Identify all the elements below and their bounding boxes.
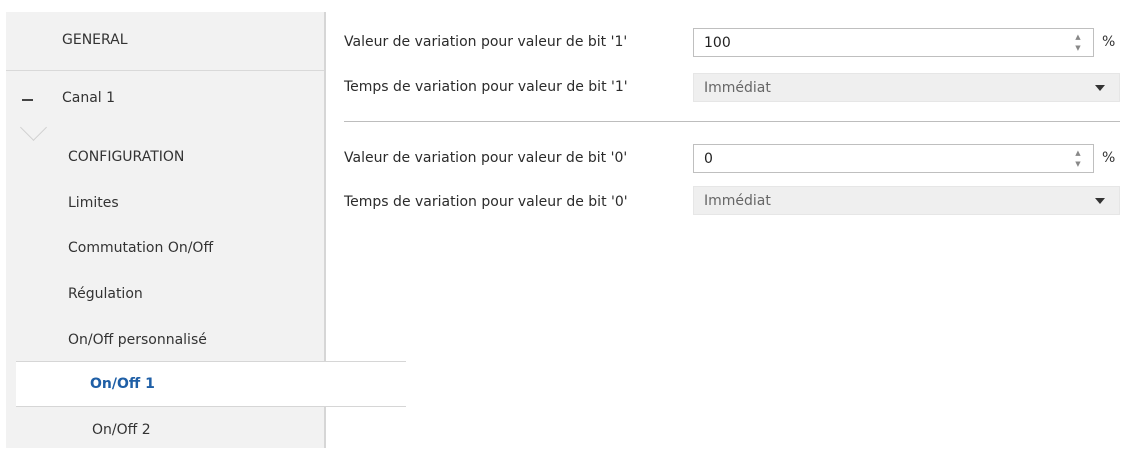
- sidebar-item-limites[interactable]: Limites: [6, 181, 386, 225]
- sidebar-item-commutation[interactable]: Commutation On/Off: [6, 226, 386, 270]
- sidebar-item-label: Canal 1: [62, 90, 116, 106]
- bit0-time-select[interactable]: Immédiat: [693, 186, 1120, 215]
- sidebar-item-configuration[interactable]: CONFIGURATION: [6, 135, 386, 179]
- section-divider: [344, 121, 1120, 122]
- bit1-unit: %: [1102, 34, 1116, 50]
- bit0-time-label: Temps de variation pour valeur de bit '0…: [344, 194, 628, 210]
- stepper-down-icon[interactable]: ▼: [1075, 44, 1080, 53]
- sidebar-item-regulation[interactable]: Régulation: [6, 272, 386, 316]
- stepper-up-icon[interactable]: ▲: [1075, 33, 1080, 42]
- sidebar-item-label: Régulation: [68, 286, 143, 302]
- bit1-time-select[interactable]: Immédiat: [693, 73, 1120, 102]
- sidebar-item-general[interactable]: GENERAL: [6, 18, 380, 62]
- sidebar-item-label: On/Off 2: [92, 422, 151, 438]
- sidebar-item-onoff-2[interactable]: On/Off 2: [6, 408, 410, 452]
- bit0-value: 0: [704, 150, 713, 167]
- bit0-value-stepper[interactable]: 0 ▲ ▼: [693, 144, 1094, 173]
- sidebar-item-label: On/Off personnalisé: [68, 332, 207, 348]
- bit1-time-label: Temps de variation pour valeur de bit '1…: [344, 79, 628, 95]
- dropdown-arrow-icon[interactable]: [1095, 85, 1105, 91]
- sidebar-item-canal-1[interactable]: Canal 1: [6, 76, 380, 120]
- sidebar-item-label: Commutation On/Off: [68, 240, 214, 256]
- sidebar-divider: [6, 70, 324, 71]
- dropdown-arrow-icon[interactable]: [1095, 198, 1105, 204]
- stepper-down-icon[interactable]: ▼: [1075, 160, 1080, 169]
- stepper-arrows[interactable]: ▲ ▼: [1073, 33, 1083, 53]
- sidebar-item-onoff-personnalise[interactable]: On/Off personnalisé: [6, 318, 386, 362]
- sidebar-item-label: GENERAL: [62, 32, 128, 48]
- sidebar-item-label: Limites: [68, 195, 119, 211]
- bit1-value-label: Valeur de variation pour valeur de bit '…: [344, 34, 628, 50]
- bit1-value-stepper[interactable]: 100 ▲ ▼: [693, 28, 1094, 57]
- bit1-value: 100: [704, 34, 731, 51]
- collapse-minus-icon[interactable]: [22, 99, 33, 101]
- sidebar-item-onoff-1[interactable]: On/Off 1: [16, 361, 406, 407]
- stepper-arrows[interactable]: ▲ ▼: [1073, 149, 1083, 169]
- sidebar-item-label: On/Off 1: [90, 376, 155, 392]
- bit1-time-value: Immédiat: [704, 79, 771, 96]
- stepper-up-icon[interactable]: ▲: [1075, 149, 1080, 158]
- bit0-unit: %: [1102, 150, 1116, 166]
- bit0-time-value: Immédiat: [704, 192, 771, 209]
- sidebar-item-label: CONFIGURATION: [68, 149, 185, 165]
- sidebar: GENERAL Canal 1 CONFIGURATION Limites Co…: [0, 0, 406, 448]
- bit0-value-label: Valeur de variation pour valeur de bit '…: [344, 150, 628, 166]
